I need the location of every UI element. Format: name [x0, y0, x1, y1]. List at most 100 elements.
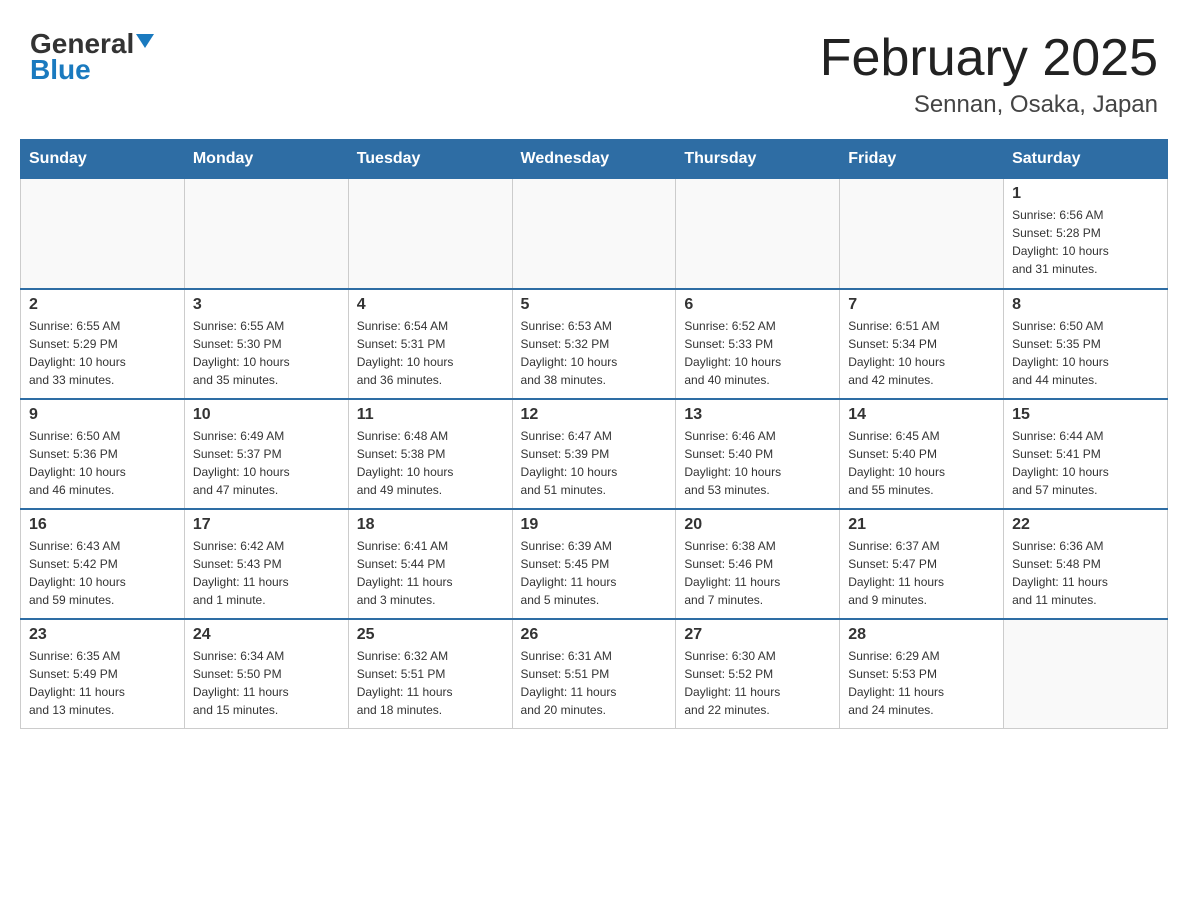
day-number: 2 — [29, 296, 176, 314]
calendar-subtitle: Sennan, Osaka, Japan — [820, 91, 1158, 119]
table-row — [676, 179, 840, 289]
table-row: 9 Sunrise: 6:50 AMSunset: 5:36 PMDaylight… — [21, 399, 185, 509]
header-friday: Friday — [840, 140, 1004, 179]
day-info: Sunrise: 6:55 AMSunset: 5:29 PMDaylight:… — [29, 317, 176, 389]
calendar-table: Sunday Monday Tuesday Wednesday Thursday… — [20, 139, 1168, 729]
day-number: 23 — [29, 626, 176, 644]
day-info: Sunrise: 6:54 AMSunset: 5:31 PMDaylight:… — [357, 317, 504, 389]
table-row: 4 Sunrise: 6:54 AMSunset: 5:31 PMDaylight… — [348, 289, 512, 399]
table-row: 2 Sunrise: 6:55 AMSunset: 5:29 PMDaylight… — [21, 289, 185, 399]
table-row: 23 Sunrise: 6:35 AMSunset: 5:49 PMDayligh… — [21, 619, 185, 729]
day-number: 17 — [193, 516, 340, 534]
page-header: General Blue February 2025 Sennan, Osaka… — [20, 20, 1168, 119]
day-info: Sunrise: 6:53 AMSunset: 5:32 PMDaylight:… — [521, 317, 668, 389]
table-row — [348, 179, 512, 289]
day-number: 9 — [29, 406, 176, 424]
day-number: 11 — [357, 406, 504, 424]
day-info: Sunrise: 6:29 AMSunset: 5:53 PMDaylight:… — [848, 647, 995, 719]
day-info: Sunrise: 6:43 AMSunset: 5:42 PMDaylight:… — [29, 537, 176, 609]
day-number: 13 — [684, 406, 831, 424]
day-info: Sunrise: 6:31 AMSunset: 5:51 PMDaylight:… — [521, 647, 668, 719]
header-tuesday: Tuesday — [348, 140, 512, 179]
day-number: 1 — [1012, 185, 1159, 203]
table-row: 3 Sunrise: 6:55 AMSunset: 5:30 PMDaylight… — [184, 289, 348, 399]
day-number: 19 — [521, 516, 668, 534]
day-info: Sunrise: 6:41 AMSunset: 5:44 PMDaylight:… — [357, 537, 504, 609]
day-number: 4 — [357, 296, 504, 314]
day-info: Sunrise: 6:42 AMSunset: 5:43 PMDaylight:… — [193, 537, 340, 609]
day-number: 5 — [521, 296, 668, 314]
day-number: 18 — [357, 516, 504, 534]
day-info: Sunrise: 6:55 AMSunset: 5:30 PMDaylight:… — [193, 317, 340, 389]
day-number: 20 — [684, 516, 831, 534]
day-number: 16 — [29, 516, 176, 534]
day-number: 25 — [357, 626, 504, 644]
day-number: 3 — [193, 296, 340, 314]
table-row: 27 Sunrise: 6:30 AMSunset: 5:52 PMDayligh… — [676, 619, 840, 729]
table-row: 12 Sunrise: 6:47 AMSunset: 5:39 PMDayligh… — [512, 399, 676, 509]
logo: General Blue — [30, 30, 154, 86]
day-number: 6 — [684, 296, 831, 314]
day-number: 27 — [684, 626, 831, 644]
day-number: 10 — [193, 406, 340, 424]
day-info: Sunrise: 6:46 AMSunset: 5:40 PMDaylight:… — [684, 427, 831, 499]
calendar-week-row: 2 Sunrise: 6:55 AMSunset: 5:29 PMDaylight… — [21, 289, 1168, 399]
day-info: Sunrise: 6:48 AMSunset: 5:38 PMDaylight:… — [357, 427, 504, 499]
day-info: Sunrise: 6:49 AMSunset: 5:37 PMDaylight:… — [193, 427, 340, 499]
table-row — [840, 179, 1004, 289]
table-row: 17 Sunrise: 6:42 AMSunset: 5:43 PMDayligh… — [184, 509, 348, 619]
day-info: Sunrise: 6:36 AMSunset: 5:48 PMDaylight:… — [1012, 537, 1159, 609]
table-row: 28 Sunrise: 6:29 AMSunset: 5:53 PMDayligh… — [840, 619, 1004, 729]
table-row: 10 Sunrise: 6:49 AMSunset: 5:37 PMDayligh… — [184, 399, 348, 509]
table-row: 5 Sunrise: 6:53 AMSunset: 5:32 PMDaylight… — [512, 289, 676, 399]
table-row — [21, 179, 185, 289]
table-row: 7 Sunrise: 6:51 AMSunset: 5:34 PMDaylight… — [840, 289, 1004, 399]
day-info: Sunrise: 6:47 AMSunset: 5:39 PMDaylight:… — [521, 427, 668, 499]
calendar-week-row: 1 Sunrise: 6:56 AMSunset: 5:28 PMDaylight… — [21, 179, 1168, 289]
day-info: Sunrise: 6:51 AMSunset: 5:34 PMDaylight:… — [848, 317, 995, 389]
title-section: February 2025 Sennan, Osaka, Japan — [820, 30, 1158, 119]
table-row: 14 Sunrise: 6:45 AMSunset: 5:40 PMDayligh… — [840, 399, 1004, 509]
day-number: 14 — [848, 406, 995, 424]
day-info: Sunrise: 6:35 AMSunset: 5:49 PMDaylight:… — [29, 647, 176, 719]
day-info: Sunrise: 6:39 AMSunset: 5:45 PMDaylight:… — [521, 537, 668, 609]
table-row: 19 Sunrise: 6:39 AMSunset: 5:45 PMDayligh… — [512, 509, 676, 619]
table-row: 25 Sunrise: 6:32 AMSunset: 5:51 PMDayligh… — [348, 619, 512, 729]
header-wednesday: Wednesday — [512, 140, 676, 179]
table-row: 16 Sunrise: 6:43 AMSunset: 5:42 PMDayligh… — [21, 509, 185, 619]
logo-blue: Blue — [30, 54, 91, 86]
day-number: 21 — [848, 516, 995, 534]
day-number: 26 — [521, 626, 668, 644]
header-monday: Monday — [184, 140, 348, 179]
table-row: 13 Sunrise: 6:46 AMSunset: 5:40 PMDayligh… — [676, 399, 840, 509]
day-info: Sunrise: 6:32 AMSunset: 5:51 PMDaylight:… — [357, 647, 504, 719]
day-info: Sunrise: 6:45 AMSunset: 5:40 PMDaylight:… — [848, 427, 995, 499]
day-number: 24 — [193, 626, 340, 644]
calendar-header-row: Sunday Monday Tuesday Wednesday Thursday… — [21, 140, 1168, 179]
day-info: Sunrise: 6:30 AMSunset: 5:52 PMDaylight:… — [684, 647, 831, 719]
table-row: 22 Sunrise: 6:36 AMSunset: 5:48 PMDayligh… — [1004, 509, 1168, 619]
table-row: 18 Sunrise: 6:41 AMSunset: 5:44 PMDayligh… — [348, 509, 512, 619]
day-number: 28 — [848, 626, 995, 644]
day-info: Sunrise: 6:44 AMSunset: 5:41 PMDaylight:… — [1012, 427, 1159, 499]
table-row: 11 Sunrise: 6:48 AMSunset: 5:38 PMDayligh… — [348, 399, 512, 509]
table-row: 20 Sunrise: 6:38 AMSunset: 5:46 PMDayligh… — [676, 509, 840, 619]
header-thursday: Thursday — [676, 140, 840, 179]
table-row — [1004, 619, 1168, 729]
table-row — [512, 179, 676, 289]
day-info: Sunrise: 6:52 AMSunset: 5:33 PMDaylight:… — [684, 317, 831, 389]
day-number: 12 — [521, 406, 668, 424]
day-number: 22 — [1012, 516, 1159, 534]
table-row: 21 Sunrise: 6:37 AMSunset: 5:47 PMDayligh… — [840, 509, 1004, 619]
day-number: 7 — [848, 296, 995, 314]
table-row: 26 Sunrise: 6:31 AMSunset: 5:51 PMDayligh… — [512, 619, 676, 729]
day-info: Sunrise: 6:50 AMSunset: 5:36 PMDaylight:… — [29, 427, 176, 499]
day-info: Sunrise: 6:37 AMSunset: 5:47 PMDaylight:… — [848, 537, 995, 609]
calendar-week-row: 9 Sunrise: 6:50 AMSunset: 5:36 PMDaylight… — [21, 399, 1168, 509]
day-info: Sunrise: 6:50 AMSunset: 5:35 PMDaylight:… — [1012, 317, 1159, 389]
table-row: 24Sunrise: 6:34 AMSunset: 5:50 PMDayligh… — [184, 619, 348, 729]
day-info: Sunrise: 6:38 AMSunset: 5:46 PMDaylight:… — [684, 537, 831, 609]
table-row: 15Sunrise: 6:44 AMSunset: 5:41 PMDayligh… — [1004, 399, 1168, 509]
day-info: Sunrise: 6:56 AMSunset: 5:28 PMDaylight:… — [1012, 206, 1159, 278]
logo-triangle-icon — [136, 34, 154, 48]
